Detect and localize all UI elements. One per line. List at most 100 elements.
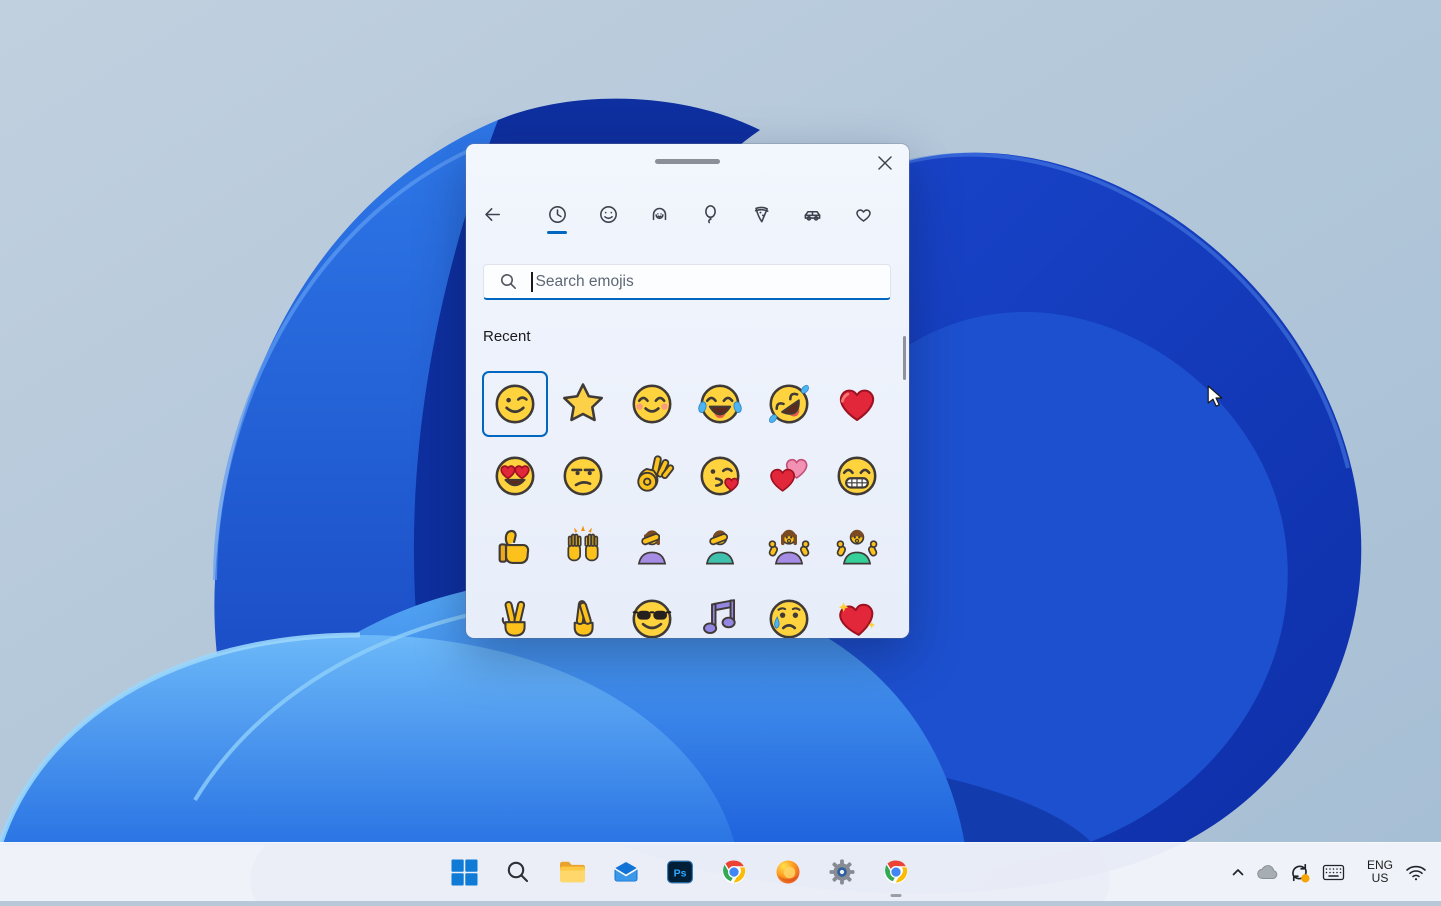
search-icon	[505, 859, 531, 885]
emoji-woman-facepalming[interactable]	[619, 514, 685, 580]
window-drag-handle[interactable]	[655, 159, 720, 164]
windows-logo-icon	[451, 859, 478, 886]
tray-onedrive-button[interactable]	[1254, 843, 1282, 901]
car-icon	[802, 204, 823, 225]
taskbar: Ps ENGUS	[0, 842, 1441, 901]
woman-shrugging-glyph	[766, 524, 812, 570]
taskbar-photoshop-button[interactable]: Ps	[653, 843, 707, 901]
gear-icon	[828, 858, 856, 886]
emoji-musical-notes[interactable]	[687, 586, 753, 639]
face-blowing-a-kiss-glyph	[697, 453, 743, 499]
raising-hands-glyph	[560, 524, 606, 570]
chrome-icon	[720, 858, 748, 886]
emoji-man-shrugging[interactable]	[824, 514, 890, 580]
svg-text:Ps: Ps	[674, 868, 687, 880]
selected-tab-underline	[547, 231, 567, 234]
tab-transportation[interactable]	[790, 192, 834, 236]
tray-hidden-icons-button[interactable]	[1225, 843, 1251, 901]
woman-facepalming-glyph	[629, 524, 675, 570]
tray-language-button[interactable]: ENGUS	[1358, 843, 1402, 901]
emoji-woman-shrugging[interactable]	[756, 514, 822, 580]
emoji-victory-hand[interactable]	[482, 586, 548, 639]
language-primary: ENG	[1367, 858, 1393, 872]
taskbar-apps: Ps	[437, 843, 923, 901]
emoji-star[interactable]	[550, 371, 616, 437]
tab-symbols[interactable]	[841, 192, 885, 236]
smiling-face-with-smiling-eyes-glyph	[629, 381, 675, 427]
smiley-icon	[598, 204, 619, 225]
emoji-smiling-face-with-smiling-eyes[interactable]	[619, 371, 685, 437]
taskbar-chrome-secondary-button[interactable]	[869, 843, 923, 901]
taskbar-mail-button[interactable]	[599, 843, 653, 901]
tray-touch-keyboard-button[interactable]	[1318, 843, 1348, 901]
close-button[interactable]	[869, 148, 901, 178]
smiling-face-with-sunglasses-glyph	[629, 596, 675, 639]
search-input[interactable]	[533, 273, 891, 291]
emoji-man-facepalming[interactable]	[687, 514, 753, 580]
tab-people[interactable]	[637, 192, 681, 236]
emoji-rolling-on-the-floor-laughing[interactable]	[756, 371, 822, 437]
clock-icon	[547, 204, 568, 225]
red-heart-glyph	[834, 381, 880, 427]
emoji-two-hearts[interactable]	[756, 443, 822, 509]
crossed-fingers-glyph	[560, 596, 606, 639]
tab-celebrations[interactable]	[688, 192, 732, 236]
emoji-ok-hand[interactable]	[619, 443, 685, 509]
chevron-up-icon	[1230, 864, 1246, 880]
language-indicator: ENGUS	[1367, 859, 1393, 886]
section-title: Recent	[483, 328, 531, 345]
balloon-icon	[700, 204, 721, 225]
tab-smileys[interactable]	[586, 192, 630, 236]
scrollbar-thumb[interactable]	[903, 336, 906, 380]
search-icon	[500, 273, 517, 290]
unamused-face-glyph	[560, 453, 606, 499]
firefox-icon	[774, 858, 802, 886]
smiling-face-with-heart-eyes-glyph	[492, 453, 538, 499]
close-icon	[878, 156, 892, 170]
taskbar-firefox-button[interactable]	[761, 843, 815, 901]
winking-face-glyph	[492, 381, 538, 427]
emoji-smiling-face-with-sunglasses[interactable]	[619, 586, 685, 639]
emoji-face-blowing-a-kiss[interactable]	[687, 443, 753, 509]
emoji-grid	[482, 371, 890, 638]
photoshop-icon: Ps	[666, 858, 694, 886]
tray-update-button[interactable]	[1285, 843, 1313, 901]
heart-icon	[853, 204, 874, 225]
emoji-red-heart[interactable]	[824, 371, 890, 437]
emoji-beaming-face-with-smiling-eyes[interactable]	[824, 443, 890, 509]
emoji-raising-hands[interactable]	[550, 514, 616, 580]
musical-notes-glyph	[697, 596, 743, 639]
tray-network-button[interactable]	[1402, 843, 1430, 901]
man-shrugging-glyph	[834, 524, 880, 570]
taskbar-start-button[interactable]	[437, 843, 491, 901]
tab-recent[interactable]	[535, 192, 579, 236]
thumbs-up-glyph	[492, 524, 538, 570]
rolling-on-the-floor-laughing-glyph	[766, 381, 812, 427]
running-indicator	[891, 894, 902, 897]
sparkling-heart-glyph	[834, 596, 880, 639]
taskbar-search-button[interactable]	[491, 843, 545, 901]
emoji-thumbs-up[interactable]	[482, 514, 548, 580]
chrome-icon	[882, 858, 910, 886]
taskbar-file-explorer-button[interactable]	[545, 843, 599, 901]
victory-hand-glyph	[492, 596, 538, 639]
tab-food[interactable]	[739, 192, 783, 236]
emoji-crossed-fingers[interactable]	[550, 586, 616, 639]
person-icon	[649, 204, 670, 225]
back-button[interactable]	[474, 192, 510, 236]
emoji-face-with-tears-of-joy[interactable]	[687, 371, 753, 437]
emoji-sparkling-heart[interactable]	[824, 586, 890, 639]
keyboard-icon	[1322, 864, 1345, 881]
emoji-crying-face[interactable]	[756, 586, 822, 639]
taskbar-chrome-button[interactable]	[707, 843, 761, 901]
search-box[interactable]	[483, 264, 891, 300]
mail-icon	[612, 860, 640, 884]
beaming-face-with-smiling-eyes-glyph	[834, 453, 880, 499]
language-secondary: US	[1372, 871, 1389, 885]
pizza-icon	[751, 204, 772, 225]
taskbar-settings-button[interactable]	[815, 843, 869, 901]
emoji-unamused-face[interactable]	[550, 443, 616, 509]
emoji-winking-face[interactable]	[482, 371, 548, 437]
emoji-smiling-face-with-heart-eyes[interactable]	[482, 443, 548, 509]
folder-icon	[558, 859, 587, 885]
